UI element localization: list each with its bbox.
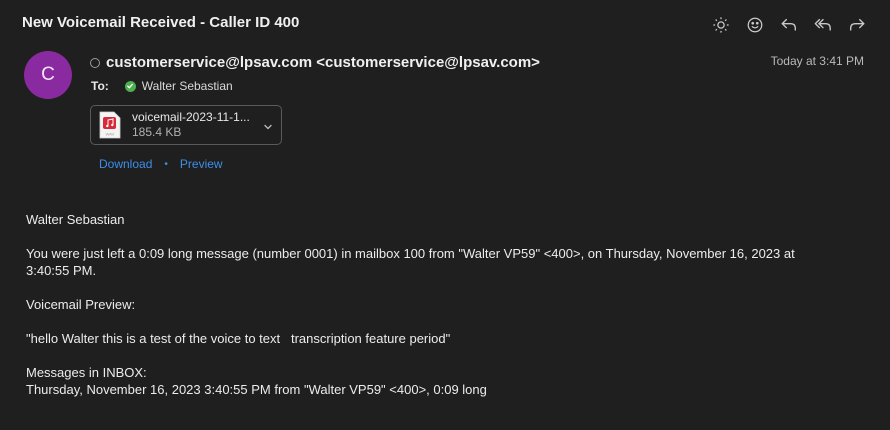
- chevron-down-icon[interactable]: [263, 119, 273, 137]
- body-greeting: Walter Sebastian: [26, 212, 125, 227]
- emoji-icon[interactable]: [742, 12, 768, 38]
- body-inbox-entry: Thursday, November 16, 2023 3:40:55 PM f…: [26, 382, 487, 397]
- body-inbox-heading: Messages in INBOX:: [26, 365, 147, 380]
- received-date: Today at 3:41 PM: [770, 54, 864, 68]
- brightness-icon[interactable]: [708, 12, 734, 38]
- to-label: To:: [91, 79, 109, 93]
- reply-all-icon[interactable]: [810, 12, 836, 38]
- preview-link[interactable]: Preview: [180, 157, 223, 171]
- sender-avatar: C: [24, 51, 72, 99]
- email-subject: New Voicemail Received - Caller ID 400: [22, 14, 300, 31]
- audio-file-icon: WAV: [99, 111, 121, 139]
- verified-check-icon: [124, 80, 136, 92]
- body-message: You were just left a 0:09 long message (…: [26, 246, 795, 278]
- recipient-line: To: Walter Sebastian: [91, 79, 233, 93]
- download-link[interactable]: Download: [99, 157, 152, 171]
- attachment-name: voicemail-2023-11-1...: [132, 110, 250, 124]
- body-preview-heading: Voicemail Preview:: [26, 297, 136, 312]
- body-transcript: "hello Walter this is a test of the voic…: [26, 331, 451, 346]
- attachment-card[interactable]: WAV voicemail-2023-11-1... 185.4 KB: [90, 105, 282, 145]
- sender-status-icon: [90, 57, 100, 68]
- reply-icon[interactable]: [776, 12, 802, 38]
- attachment-info: voicemail-2023-11-1... 185.4 KB: [132, 110, 250, 140]
- recipient-name[interactable]: Walter Sebastian: [142, 79, 233, 93]
- sender-line: customerservice@lpsav.com <customerservi…: [90, 54, 540, 71]
- attachment-size: 185.4 KB: [132, 125, 182, 139]
- message-body: Walter Sebastian You were just left a 0:…: [26, 211, 836, 398]
- forward-icon[interactable]: [844, 12, 870, 38]
- message-toolbar: [708, 12, 870, 38]
- file-badge: WAV: [106, 132, 115, 137]
- attachment-actions: Download • Preview: [99, 157, 223, 171]
- sender-address[interactable]: customerservice@lpsav.com <customerservi…: [106, 54, 540, 71]
- email-reader-window: New Voicemail Received - Caller ID 400 C…: [0, 0, 890, 430]
- separator-dot: •: [164, 158, 168, 170]
